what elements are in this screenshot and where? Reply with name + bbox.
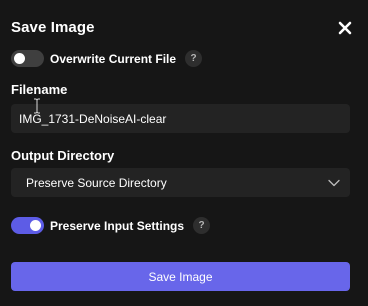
chevron-down-icon <box>328 179 340 186</box>
filename-label: Filename <box>11 82 68 97</box>
output-directory-value: Preserve Source Directory <box>26 175 167 190</box>
dialog-title: Save Image <box>11 19 95 36</box>
help-icon[interactable]: ? <box>193 217 211 234</box>
overwrite-row: Overwrite Current File ? <box>11 50 203 67</box>
close-button[interactable] <box>335 18 355 38</box>
help-icon[interactable]: ? <box>185 50 203 67</box>
preserve-input-label: Preserve Input Settings <box>50 218 185 233</box>
close-icon <box>338 21 352 35</box>
toggle-knob <box>14 53 25 64</box>
save-image-dialog: Save Image Overwrite Current File ? File… <box>0 0 368 306</box>
filename-input[interactable] <box>11 104 350 133</box>
save-image-button[interactable]: Save Image <box>11 262 350 291</box>
text-cursor-icon <box>34 98 40 114</box>
preserve-input-toggle[interactable] <box>11 217 44 234</box>
output-directory-label: Output Directory <box>11 148 115 163</box>
toggle-knob <box>30 220 41 231</box>
overwrite-toggle[interactable] <box>11 50 44 67</box>
preserve-input-row: Preserve Input Settings ? <box>11 217 211 234</box>
overwrite-label: Overwrite Current File <box>50 51 177 66</box>
output-directory-select[interactable]: Preserve Source Directory <box>11 168 350 197</box>
